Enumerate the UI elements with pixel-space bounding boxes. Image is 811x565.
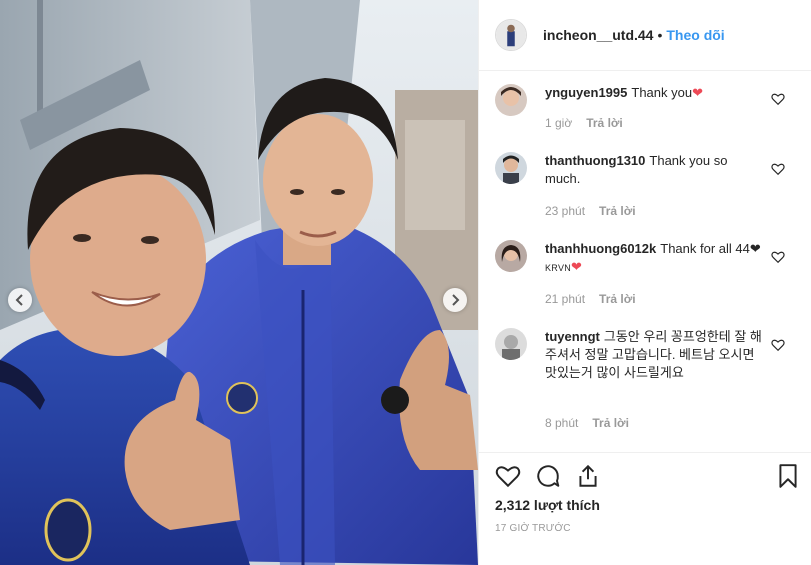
comment-time: 21 phút [545,292,586,306]
comment-time: 1 giờ [545,116,573,130]
black-heart-emoji: ❤ [749,241,761,256]
save-button[interactable] [775,463,801,489]
author-avatar[interactable] [495,19,527,51]
heart-outline-icon [771,251,785,264]
comment-username[interactable]: ynguyen1995 [545,85,627,100]
post-header: incheon__utd.44 • Theo dõi [479,0,811,71]
comment-like-button[interactable] [771,92,785,106]
heart-outline-icon [771,339,785,352]
comment-list: ynguyen1995 Thank you❤ 1 giờ Trả lời thant… [479,72,811,452]
next-photo-button[interactable] [443,288,467,312]
reply-button[interactable]: Trả lời [592,416,629,430]
commenter-avatar[interactable] [495,328,527,360]
post-actions: 2,312 lượt thích 17 GIỜ TRƯỚC [479,452,811,565]
reply-button[interactable]: Trả lời [599,292,636,306]
reply-button[interactable]: Trả lời [599,204,636,218]
comment-time: 23 phút [545,204,586,218]
separator-dot: • [657,27,663,43]
share-button[interactable] [575,463,601,489]
post-timestamp[interactable]: 17 GIỜ TRƯỚC [495,523,571,534]
chevron-right-icon [452,294,460,306]
follow-button[interactable]: Theo dõi [666,27,724,43]
share-upload-icon [579,464,597,487]
commenter-avatar[interactable] [495,152,527,184]
heart-outline-icon [495,466,521,488]
bookmark-icon [779,464,797,488]
comment-button[interactable] [535,463,561,489]
red-heart-emoji: ❤ [571,259,582,274]
comment-username[interactable]: thanhhuong6012k [545,241,656,256]
speech-bubble-icon [537,465,560,487]
commenter-avatar[interactable] [495,240,527,272]
comment-time: 8 phút [545,416,579,430]
post-side-panel: incheon__utd.44 • Theo dõi ynguyen1995 Th… [478,0,811,565]
like-count[interactable]: 2,312 lượt thích [495,497,600,513]
author-username[interactable]: incheon__utd.44 [543,27,653,43]
commenter-avatar[interactable] [495,84,527,116]
reply-button[interactable]: Trả lời [586,116,623,130]
heart-outline-icon [771,93,785,106]
comment-text: Thank for all 44 [660,241,750,256]
selfie-photo-image [0,0,478,565]
comment-like-button[interactable] [771,250,785,264]
red-heart-emoji: ❤ [692,85,703,100]
post-photo[interactable] [0,0,478,565]
comment-like-button[interactable] [771,338,785,352]
previous-photo-button[interactable] [8,288,32,312]
comment-text-krvn: KRVN [545,263,572,273]
chevron-left-icon [15,294,23,306]
comment-like-button[interactable] [771,162,785,176]
like-button[interactable] [495,463,521,489]
comment-text: Thank you [631,85,693,100]
heart-outline-icon [771,163,785,176]
comment-username[interactable]: thanthuong1310 [545,153,645,168]
comment-username[interactable]: tuyenngt [545,329,600,344]
